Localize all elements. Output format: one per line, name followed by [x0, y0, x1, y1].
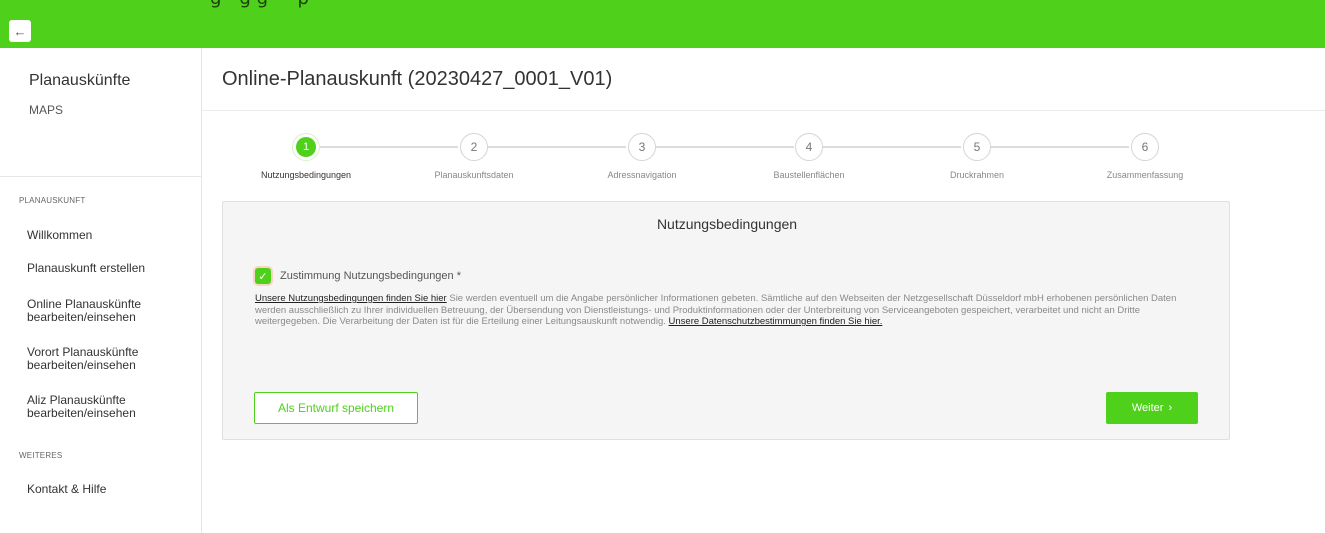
page-title: Online-Planauskunft (20230427_0001_V01) [222, 68, 613, 90]
step-6-circle[interactable]: 6 [1131, 133, 1159, 161]
step-5-circle[interactable]: 5 [963, 133, 991, 161]
step-2-circle[interactable]: 2 [460, 133, 488, 161]
step-1-number: 1 [296, 137, 316, 157]
section-label-weiteres: WEITERES [19, 451, 63, 460]
step-6-label: Zusammenfassung [1106, 170, 1184, 180]
step-3-circle[interactable]: 3 [628, 133, 656, 161]
stepper-connector [991, 146, 1129, 148]
card-title: Nutzungsbedingungen [656, 216, 798, 232]
section-label-planauskunft: PLANAUSKUNFT [19, 196, 86, 205]
app-subtitle: MAPS [29, 103, 64, 117]
top-bar-clipped-text: g—g g — p [0, 0, 1325, 8]
terms-card: Nutzungsbedingungen ✓ Zustimmung Nutzung… [222, 201, 1230, 440]
privacy-link[interactable]: Unsere Datenschutzbestimmungen finden Si… [669, 316, 883, 327]
sidebar: Planauskünfte MAPS PLANAUSKUNFT Willkomm… [0, 48, 202, 533]
step-1-circle[interactable]: 1 [292, 133, 320, 161]
sidebar-item-planauskunft-erstellen[interactable]: Planauskunft erstellen [27, 262, 145, 275]
back-button[interactable]: ← [9, 20, 31, 42]
step-3-label: Adressnavigation [607, 170, 677, 180]
save-draft-button[interactable]: Als Entwurf speichern [254, 392, 418, 424]
chevron-right-icon: › [1168, 402, 1173, 414]
top-bar: g—g g — p ← [0, 0, 1325, 48]
sidebar-item-kontakt-hilfe[interactable]: Kontakt & Hilfe [27, 483, 106, 496]
stepper-connector [823, 146, 961, 148]
step-2-label: Planauskunftsdaten [434, 170, 514, 180]
app-title: Planauskünfte [29, 72, 131, 89]
checkmark-icon: ✓ [258, 270, 268, 283]
terms-link[interactable]: Unsere Nutzungsbedingungen finden Sie hi… [255, 293, 447, 304]
sidebar-item-vorort-planauskuenfte[interactable]: Vorort Planauskünfte bearbeiten/einsehen [27, 346, 177, 372]
arrow-left-icon: ← [13, 23, 27, 39]
consent-checkbox-label[interactable]: Zustimmung Nutzungsbedingungen * [280, 270, 461, 282]
stepper-connector [656, 146, 794, 148]
step-1-label: Nutzungsbedingungen [260, 170, 352, 180]
stepper-connector [320, 146, 458, 148]
step-4-circle[interactable]: 4 [795, 133, 823, 161]
sidebar-item-aliz-planauskuenfte[interactable]: Aliz Planauskünfte bearbeiten/einsehen [27, 394, 177, 420]
sidebar-divider [0, 176, 201, 177]
terms-text: Unsere Nutzungsbedingungen finden Sie hi… [255, 293, 1205, 328]
step-5-label: Druckrahmen [949, 170, 1005, 180]
stepper-connector [488, 146, 626, 148]
consent-checkbox[interactable]: ✓ [255, 268, 271, 284]
title-divider [202, 110, 1325, 111]
sidebar-item-online-planauskuenfte[interactable]: Online Planauskünfte bearbeiten/einsehen [27, 298, 177, 324]
sidebar-item-willkommen[interactable]: Willkommen [27, 229, 92, 242]
step-4-label: Baustellenflächen [773, 170, 845, 180]
next-button-label: Weiter [1131, 402, 1164, 414]
next-button[interactable]: Weiter › [1106, 392, 1198, 424]
